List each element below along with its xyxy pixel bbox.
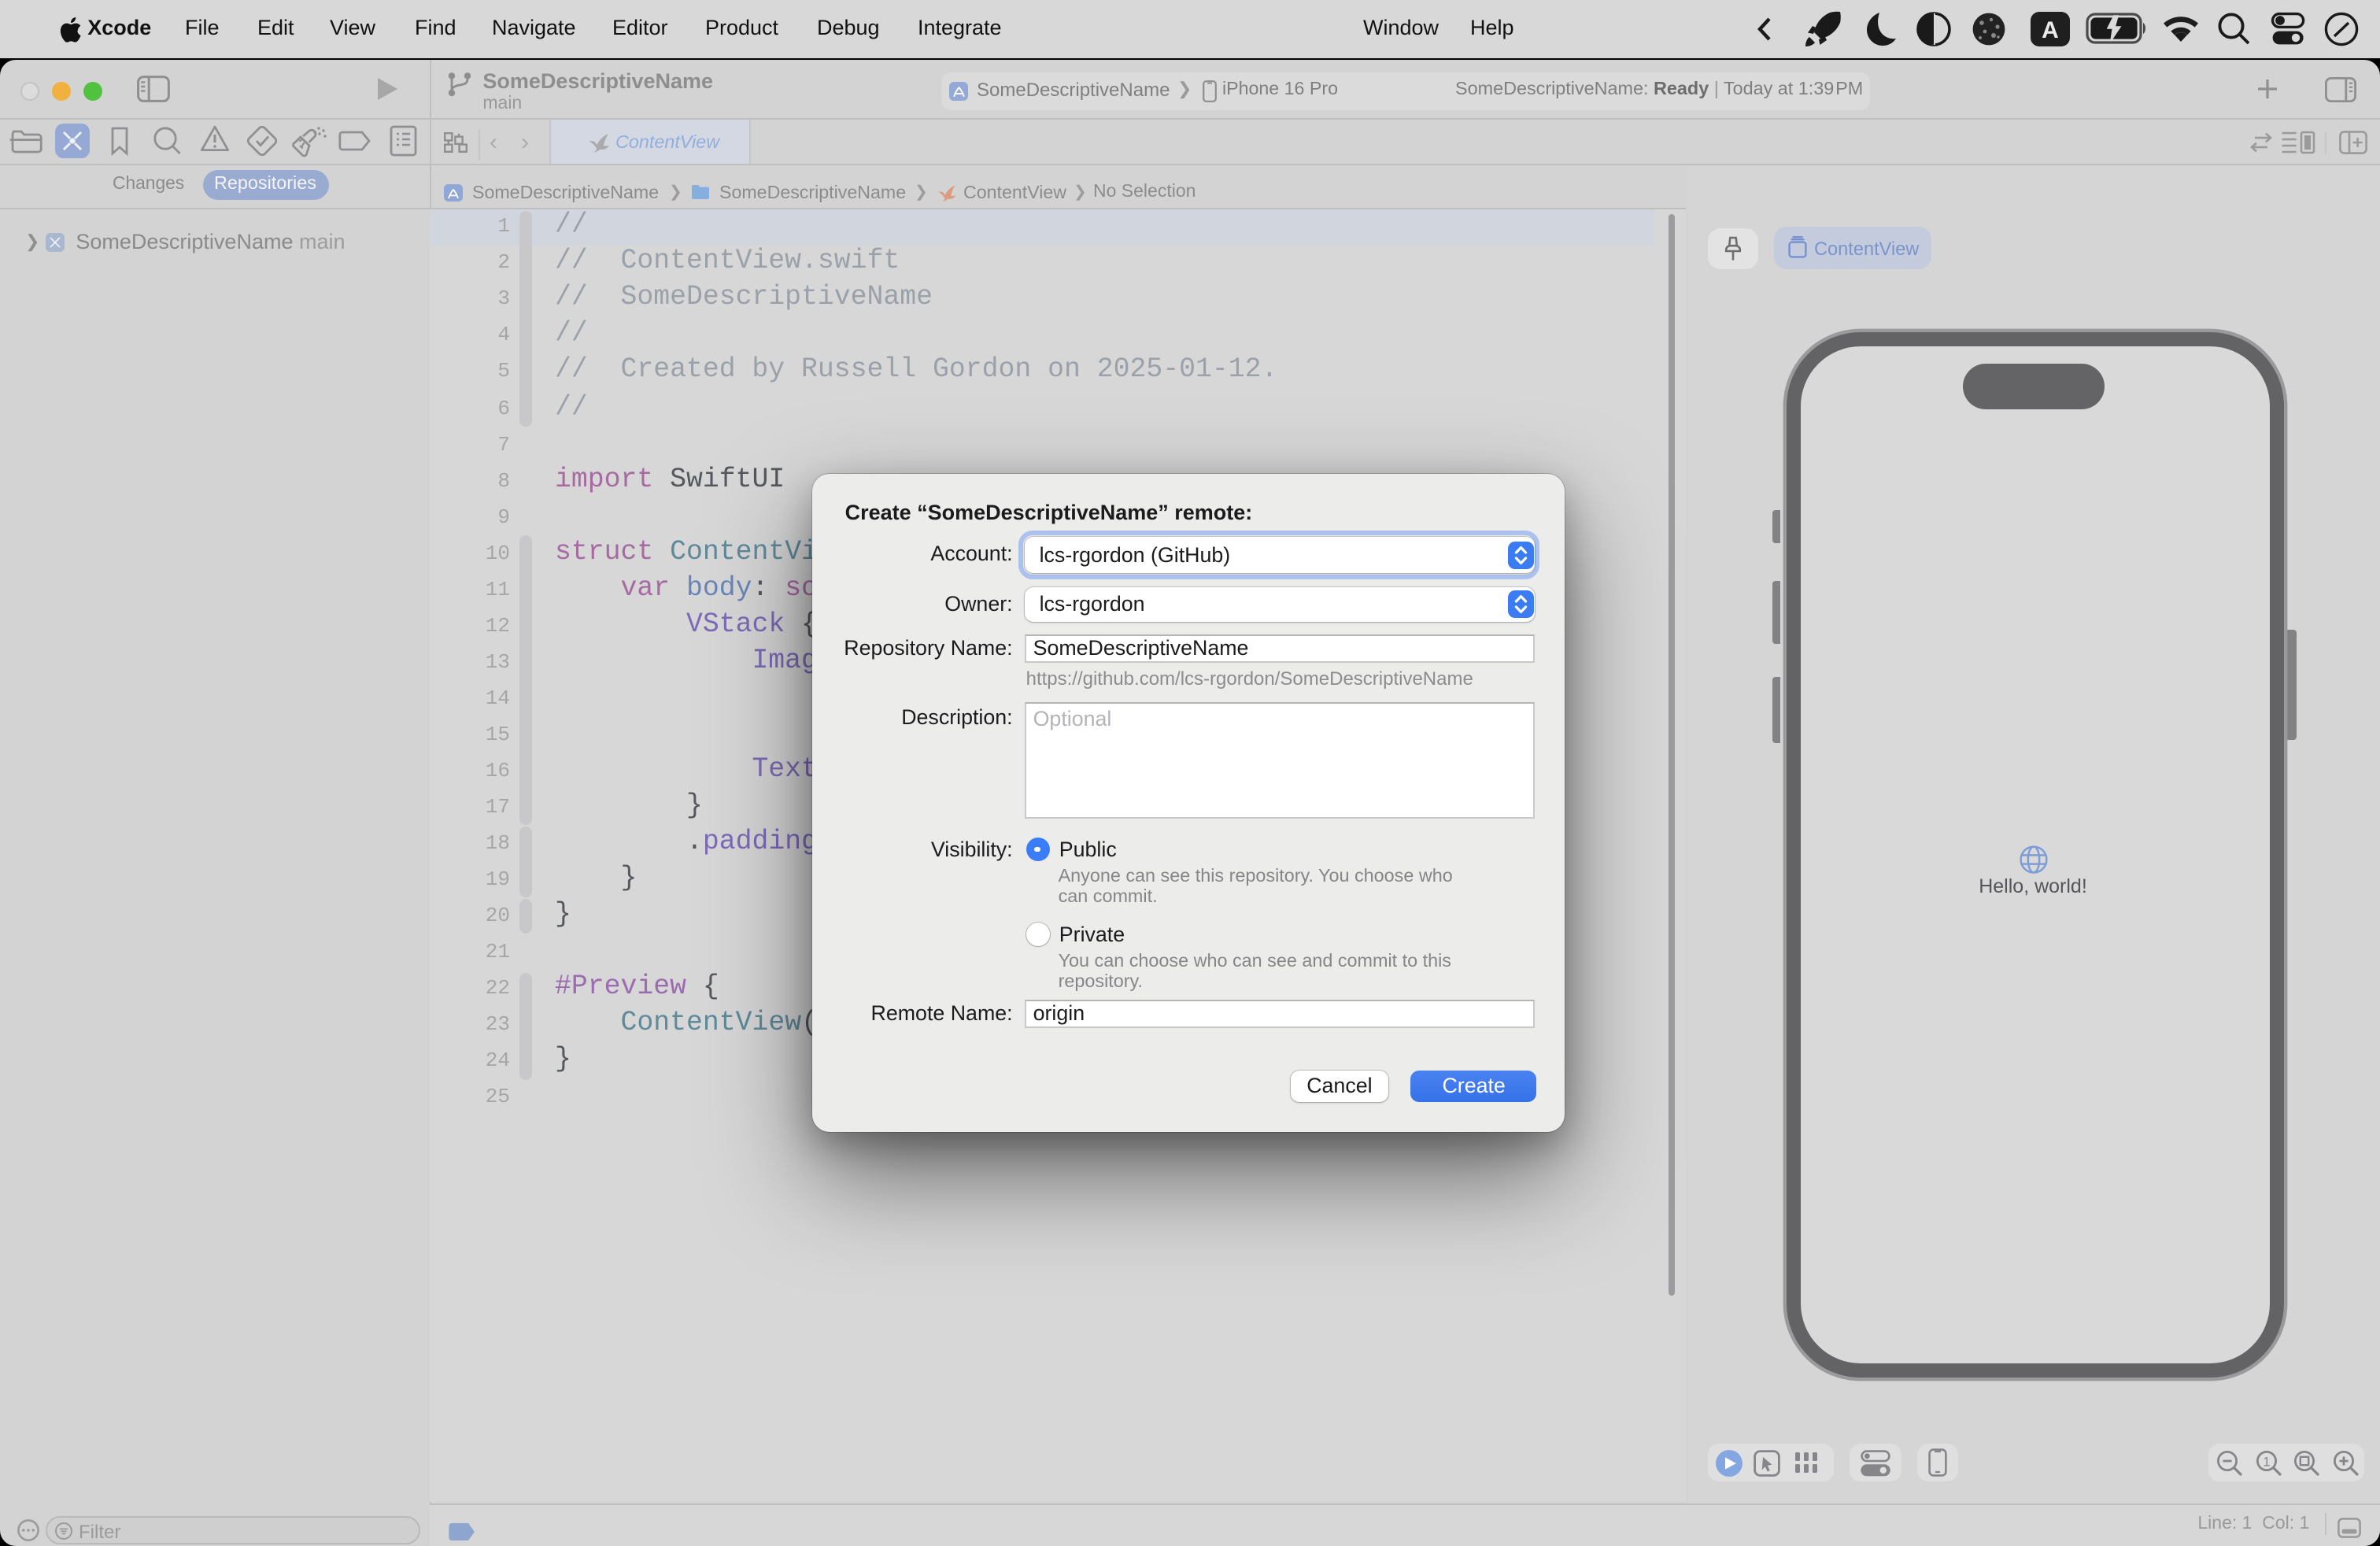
svg-text:A: A [2042, 17, 2059, 43]
svg-text:1: 1 [2262, 1453, 2269, 1468]
